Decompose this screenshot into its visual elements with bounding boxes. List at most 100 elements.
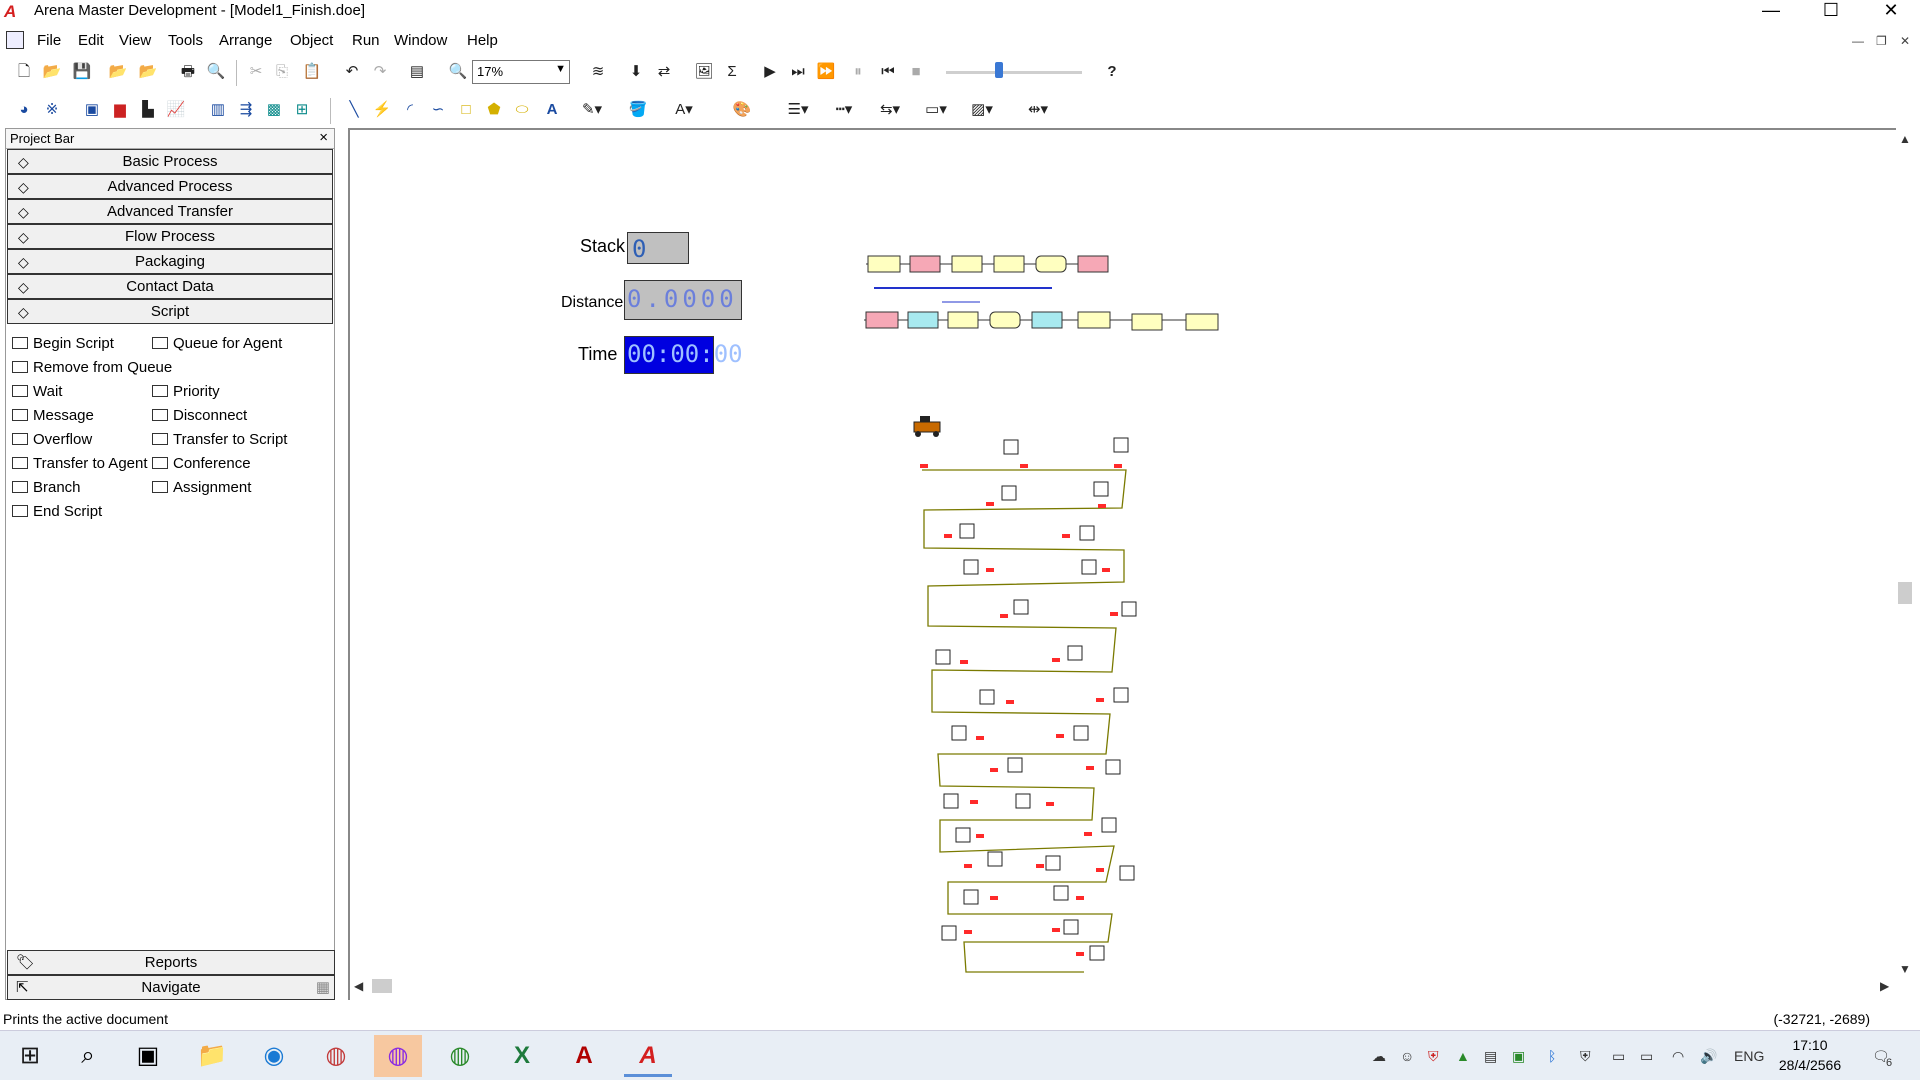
text-color-icon[interactable]: A▾: [672, 98, 696, 122]
pause-icon[interactable]: ⏸: [846, 60, 870, 84]
storage-icon[interactable]: ⇶: [234, 98, 258, 122]
line-pattern-icon[interactable]: ▭▾: [924, 98, 948, 122]
security-icon[interactable]: ⛨: [1428, 1048, 1439, 1065]
close-icon[interactable]: ×: [319, 129, 328, 146]
redo-icon[interactable]: ↷: [368, 60, 392, 84]
bluetooth-icon[interactable]: ᛒ: [1548, 1048, 1556, 1064]
close-icon[interactable]: ✕: [1868, 0, 1914, 22]
print-icon[interactable]: 🖶: [176, 60, 200, 84]
flowchart-row-2[interactable]: [864, 311, 1219, 331]
google-drive-icon[interactable]: ▲: [1456, 1048, 1470, 1064]
menu-tools[interactable]: Tools: [168, 32, 203, 49]
horizontal-scroll-thumb[interactable]: [372, 979, 392, 993]
meet-now-icon[interactable]: ▭: [1612, 1048, 1625, 1065]
search-icon[interactable]: ⌕: [64, 1035, 112, 1077]
module-overflow[interactable]: Overflow: [12, 431, 92, 448]
cut-icon[interactable]: ✂: [244, 60, 268, 84]
open-icon[interactable]: 📂: [40, 60, 64, 84]
system-clock[interactable]: 17:10 28/4/2566: [1770, 1035, 1850, 1075]
mdi-restore-icon[interactable]: ❐: [1876, 34, 1887, 48]
thumbnail-icon[interactable]: ▦: [316, 976, 330, 999]
seize-icon[interactable]: ▩: [262, 98, 286, 122]
acrobat-icon[interactable]: A: [560, 1035, 608, 1077]
fill-pattern-icon[interactable]: ▨▾: [970, 98, 994, 122]
save-icon[interactable]: 💾: [70, 60, 94, 84]
module-conference[interactable]: Conference: [152, 455, 251, 472]
menu-edit[interactable]: Edit: [78, 32, 104, 49]
date-icon[interactable]: ※: [40, 98, 64, 122]
line-icon[interactable]: ╲: [342, 98, 366, 122]
panel-navigate[interactable]: ⇱ Navigate ▦: [7, 975, 335, 1000]
document-icon[interactable]: [6, 31, 24, 49]
arena-taskbar-icon[interactable]: A: [624, 1035, 672, 1077]
text-icon[interactable]: A: [540, 98, 564, 122]
chrome-icon[interactable]: ◍: [436, 1035, 484, 1077]
line-style-icon[interactable]: ┅▾: [832, 98, 856, 122]
menu-object[interactable]: Object: [290, 32, 333, 49]
truck-icon[interactable]: [913, 416, 941, 437]
panel-advanced-transfer[interactable]: ◇ Advanced Transfer: [7, 199, 333, 224]
excel-icon[interactable]: X: [498, 1035, 546, 1077]
module-transfer-to-agent[interactable]: Transfer to Agent: [12, 455, 148, 472]
copy-icon[interactable]: ⎘: [270, 60, 294, 84]
volume-icon[interactable]: 🔊: [1700, 1048, 1717, 1065]
zoom-combo[interactable]: 17% ▼: [472, 60, 570, 84]
chrome-notifications-icon[interactable]: ◍: [374, 1035, 422, 1077]
storage-tray-icon[interactable]: ▤: [1484, 1048, 1497, 1065]
module-transfer-to-script[interactable]: Transfer to Script: [152, 431, 287, 448]
nvidia-icon[interactable]: ▣: [1512, 1048, 1525, 1065]
line-color-icon[interactable]: ✎▾: [580, 98, 604, 122]
bezier-icon[interactable]: ∽: [426, 98, 450, 122]
toggle-layers-icon[interactable]: ▤: [405, 60, 429, 84]
file-explorer-icon[interactable]: 📁: [188, 1035, 236, 1077]
task-view-icon[interactable]: ▣: [124, 1035, 172, 1077]
menu-run[interactable]: Run: [352, 32, 380, 49]
scroll-right-icon[interactable]: ▶: [1880, 979, 1889, 993]
window-background-icon[interactable]: 🎨▾: [730, 98, 754, 142]
parking-icon[interactable]: ⊞: [290, 98, 314, 122]
paste-icon[interactable]: 📋: [300, 60, 324, 84]
windows-start-icon[interactable]: ⊞: [6, 1035, 54, 1077]
scroll-up-icon[interactable]: ▲: [1899, 132, 1911, 146]
vertical-scrollbar[interactable]: ▲ ▼: [1896, 130, 1914, 982]
discord-icon[interactable]: ☺: [1400, 1048, 1414, 1064]
panel-script[interactable]: ◇ Script: [7, 299, 333, 324]
histogram-icon[interactable]: ▙: [136, 98, 160, 122]
module-branch[interactable]: Branch: [12, 479, 81, 496]
module-assignment[interactable]: Assignment: [152, 479, 251, 496]
scroll-down-icon[interactable]: ▼: [1899, 962, 1911, 976]
panel-flow-process[interactable]: ◇ Flow Process: [7, 224, 333, 249]
defender-icon[interactable]: ⛨: [1580, 1048, 1591, 1065]
new-icon[interactable]: 🗋: [12, 60, 36, 84]
language-indicator[interactable]: ENG: [1734, 1048, 1764, 1064]
vertical-scroll-thumb[interactable]: [1898, 582, 1912, 604]
print-preview-icon[interactable]: 🔍: [204, 60, 228, 84]
template-attach-icon[interactable]: 📂: [106, 60, 130, 84]
minimize-icon[interactable]: —: [1748, 0, 1794, 22]
module-wait[interactable]: Wait: [12, 383, 62, 400]
show-dimensions-icon[interactable]: ⇹▾: [1026, 98, 1050, 122]
menu-window[interactable]: Window: [394, 32, 447, 49]
menu-arrange[interactable]: Arrange: [219, 32, 272, 49]
variable-icon[interactable]: ▣: [80, 98, 104, 122]
maximize-icon[interactable]: ☐: [1808, 0, 1854, 22]
connect-icon[interactable]: ⇄: [652, 60, 676, 84]
arc-icon[interactable]: ◜: [398, 98, 422, 122]
mdi-minimize-icon[interactable]: —: [1852, 34, 1864, 48]
panel-reports[interactable]: 🏷 Reports: [7, 950, 335, 975]
start-over-icon[interactable]: ⏮: [876, 60, 900, 84]
module-disconnect[interactable]: Disconnect: [152, 407, 247, 424]
help-icon[interactable]: ?: [1100, 60, 1124, 84]
wifi-icon[interactable]: ◠: [1672, 1048, 1684, 1065]
template-detach-icon[interactable]: 📂: [136, 60, 160, 84]
panel-advanced-process[interactable]: ◇ Advanced Process: [7, 174, 333, 199]
stop-icon[interactable]: ■: [904, 60, 928, 84]
polygon-icon[interactable]: ⬟: [482, 98, 506, 122]
scroll-left-icon[interactable]: ◀: [354, 979, 363, 993]
fast-forward-icon[interactable]: ⏩: [814, 60, 838, 84]
battery-icon[interactable]: ▭: [1640, 1048, 1653, 1065]
animation-speed-slider[interactable]: [995, 62, 1003, 78]
queue-icon[interactable]: ▥: [206, 98, 230, 122]
mdi-close-icon[interactable]: ✕: [1900, 34, 1910, 48]
display-composite-icon[interactable]: 🖼: [692, 60, 716, 84]
